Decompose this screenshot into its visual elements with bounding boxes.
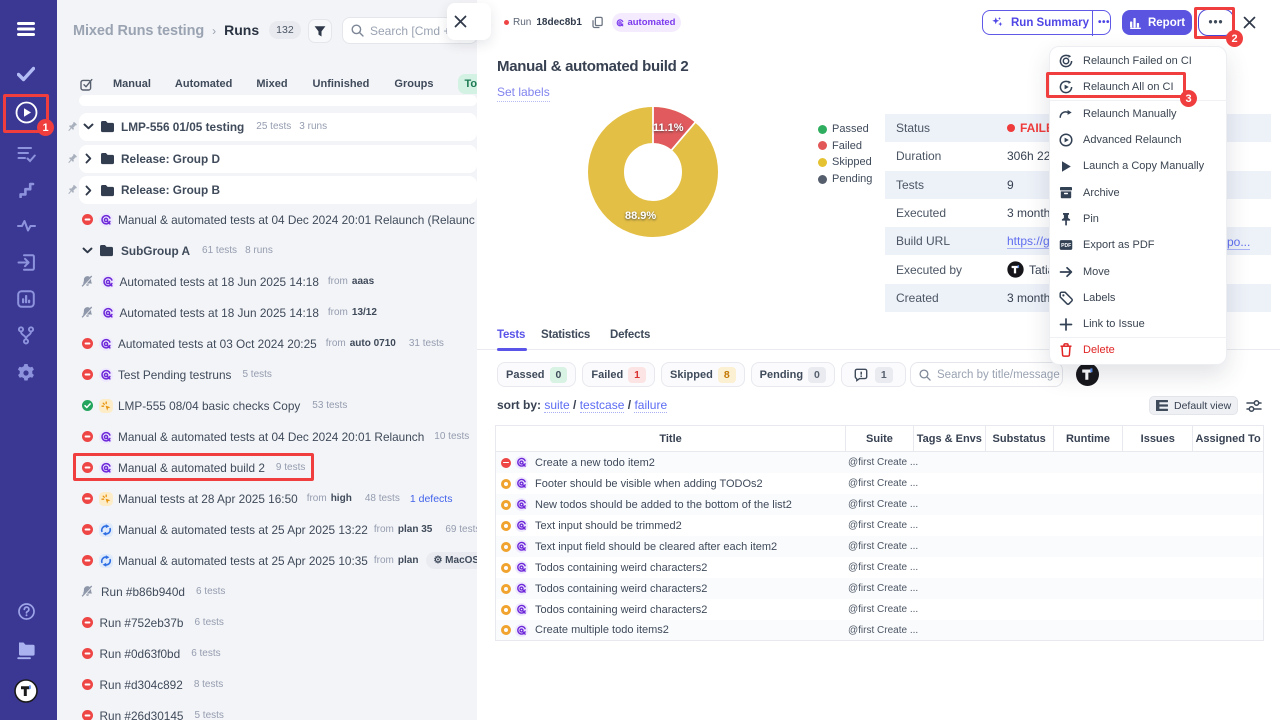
- svg-text:PDF: PDF: [1061, 243, 1071, 249]
